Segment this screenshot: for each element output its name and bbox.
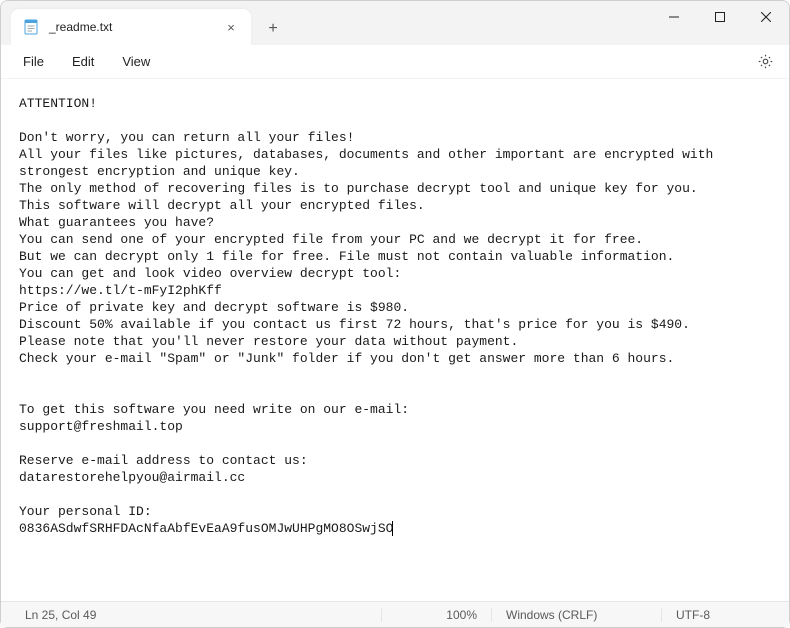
tab-strip: _readme.txt × + [1, 1, 651, 45]
notepad-window: _readme.txt × + File Edit View [0, 0, 790, 628]
text-editor[interactable]: ATTENTION! Don't worry, you can return a… [1, 79, 789, 601]
tab-readme[interactable]: _readme.txt × [11, 9, 251, 45]
status-zoom[interactable]: 100% [381, 608, 491, 622]
close-tab-icon[interactable]: × [223, 19, 239, 35]
close-window-button[interactable] [743, 1, 789, 33]
new-tab-button[interactable]: + [257, 13, 289, 45]
minimize-button[interactable] [651, 1, 697, 33]
notepad-icon [23, 19, 39, 35]
settings-button[interactable] [749, 46, 781, 78]
menu-edit[interactable]: Edit [58, 50, 108, 73]
tab-title: _readme.txt [49, 20, 213, 34]
menu-view[interactable]: View [108, 50, 164, 73]
status-position[interactable]: Ln 25, Col 49 [1, 608, 381, 622]
text-caret [392, 521, 393, 536]
titlebar: _readme.txt × + [1, 1, 789, 45]
status-eol[interactable]: Windows (CRLF) [491, 608, 661, 622]
menu-file[interactable]: File [9, 50, 58, 73]
status-encoding[interactable]: UTF-8 [661, 608, 789, 622]
statusbar: Ln 25, Col 49 100% Windows (CRLF) UTF-8 [1, 601, 789, 627]
menubar: File Edit View [1, 45, 789, 79]
maximize-button[interactable] [697, 1, 743, 33]
window-controls [651, 1, 789, 45]
